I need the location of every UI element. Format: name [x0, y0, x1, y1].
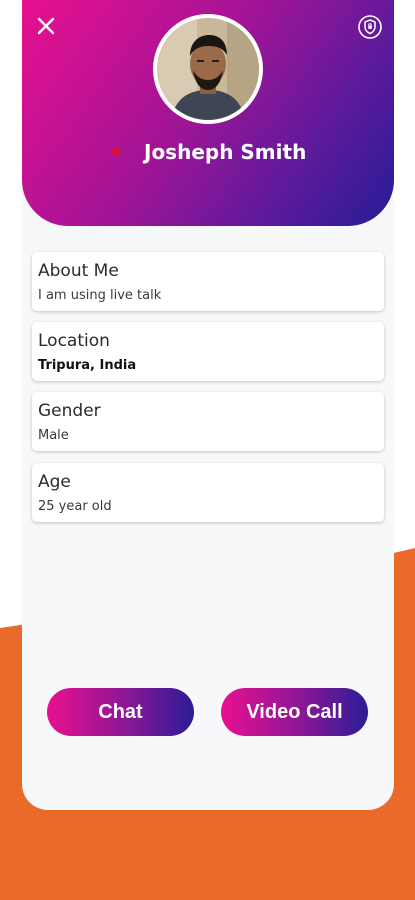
about-me-label: About Me	[38, 261, 119, 281]
shield-icon[interactable]	[358, 15, 382, 39]
age-value: 25 year old	[38, 499, 112, 514]
about-me-card: About Me I am using live talk	[32, 252, 384, 311]
name-row: Josheph Smith	[22, 138, 394, 166]
age-card: Age 25 year old	[32, 463, 384, 522]
age-label: Age	[38, 472, 71, 492]
gender-card: Gender Male	[32, 392, 384, 451]
video-call-button[interactable]: Video Call	[221, 688, 368, 736]
chat-button[interactable]: Chat	[47, 688, 194, 736]
profile-header: Josheph Smith	[22, 0, 394, 226]
profile-card: Josheph Smith About Me I am using live t…	[22, 0, 394, 810]
close-icon[interactable]	[36, 16, 56, 36]
avatar	[153, 14, 263, 124]
user-name: Josheph Smith	[144, 140, 307, 164]
gender-label: Gender	[38, 401, 101, 421]
location-card: Location Tripura, India	[32, 322, 384, 381]
location-value: Tripura, India	[38, 358, 137, 373]
location-label: Location	[38, 331, 110, 351]
gender-value: Male	[38, 428, 69, 443]
about-me-value: I am using live talk	[38, 288, 162, 303]
online-status-dot	[112, 148, 120, 156]
